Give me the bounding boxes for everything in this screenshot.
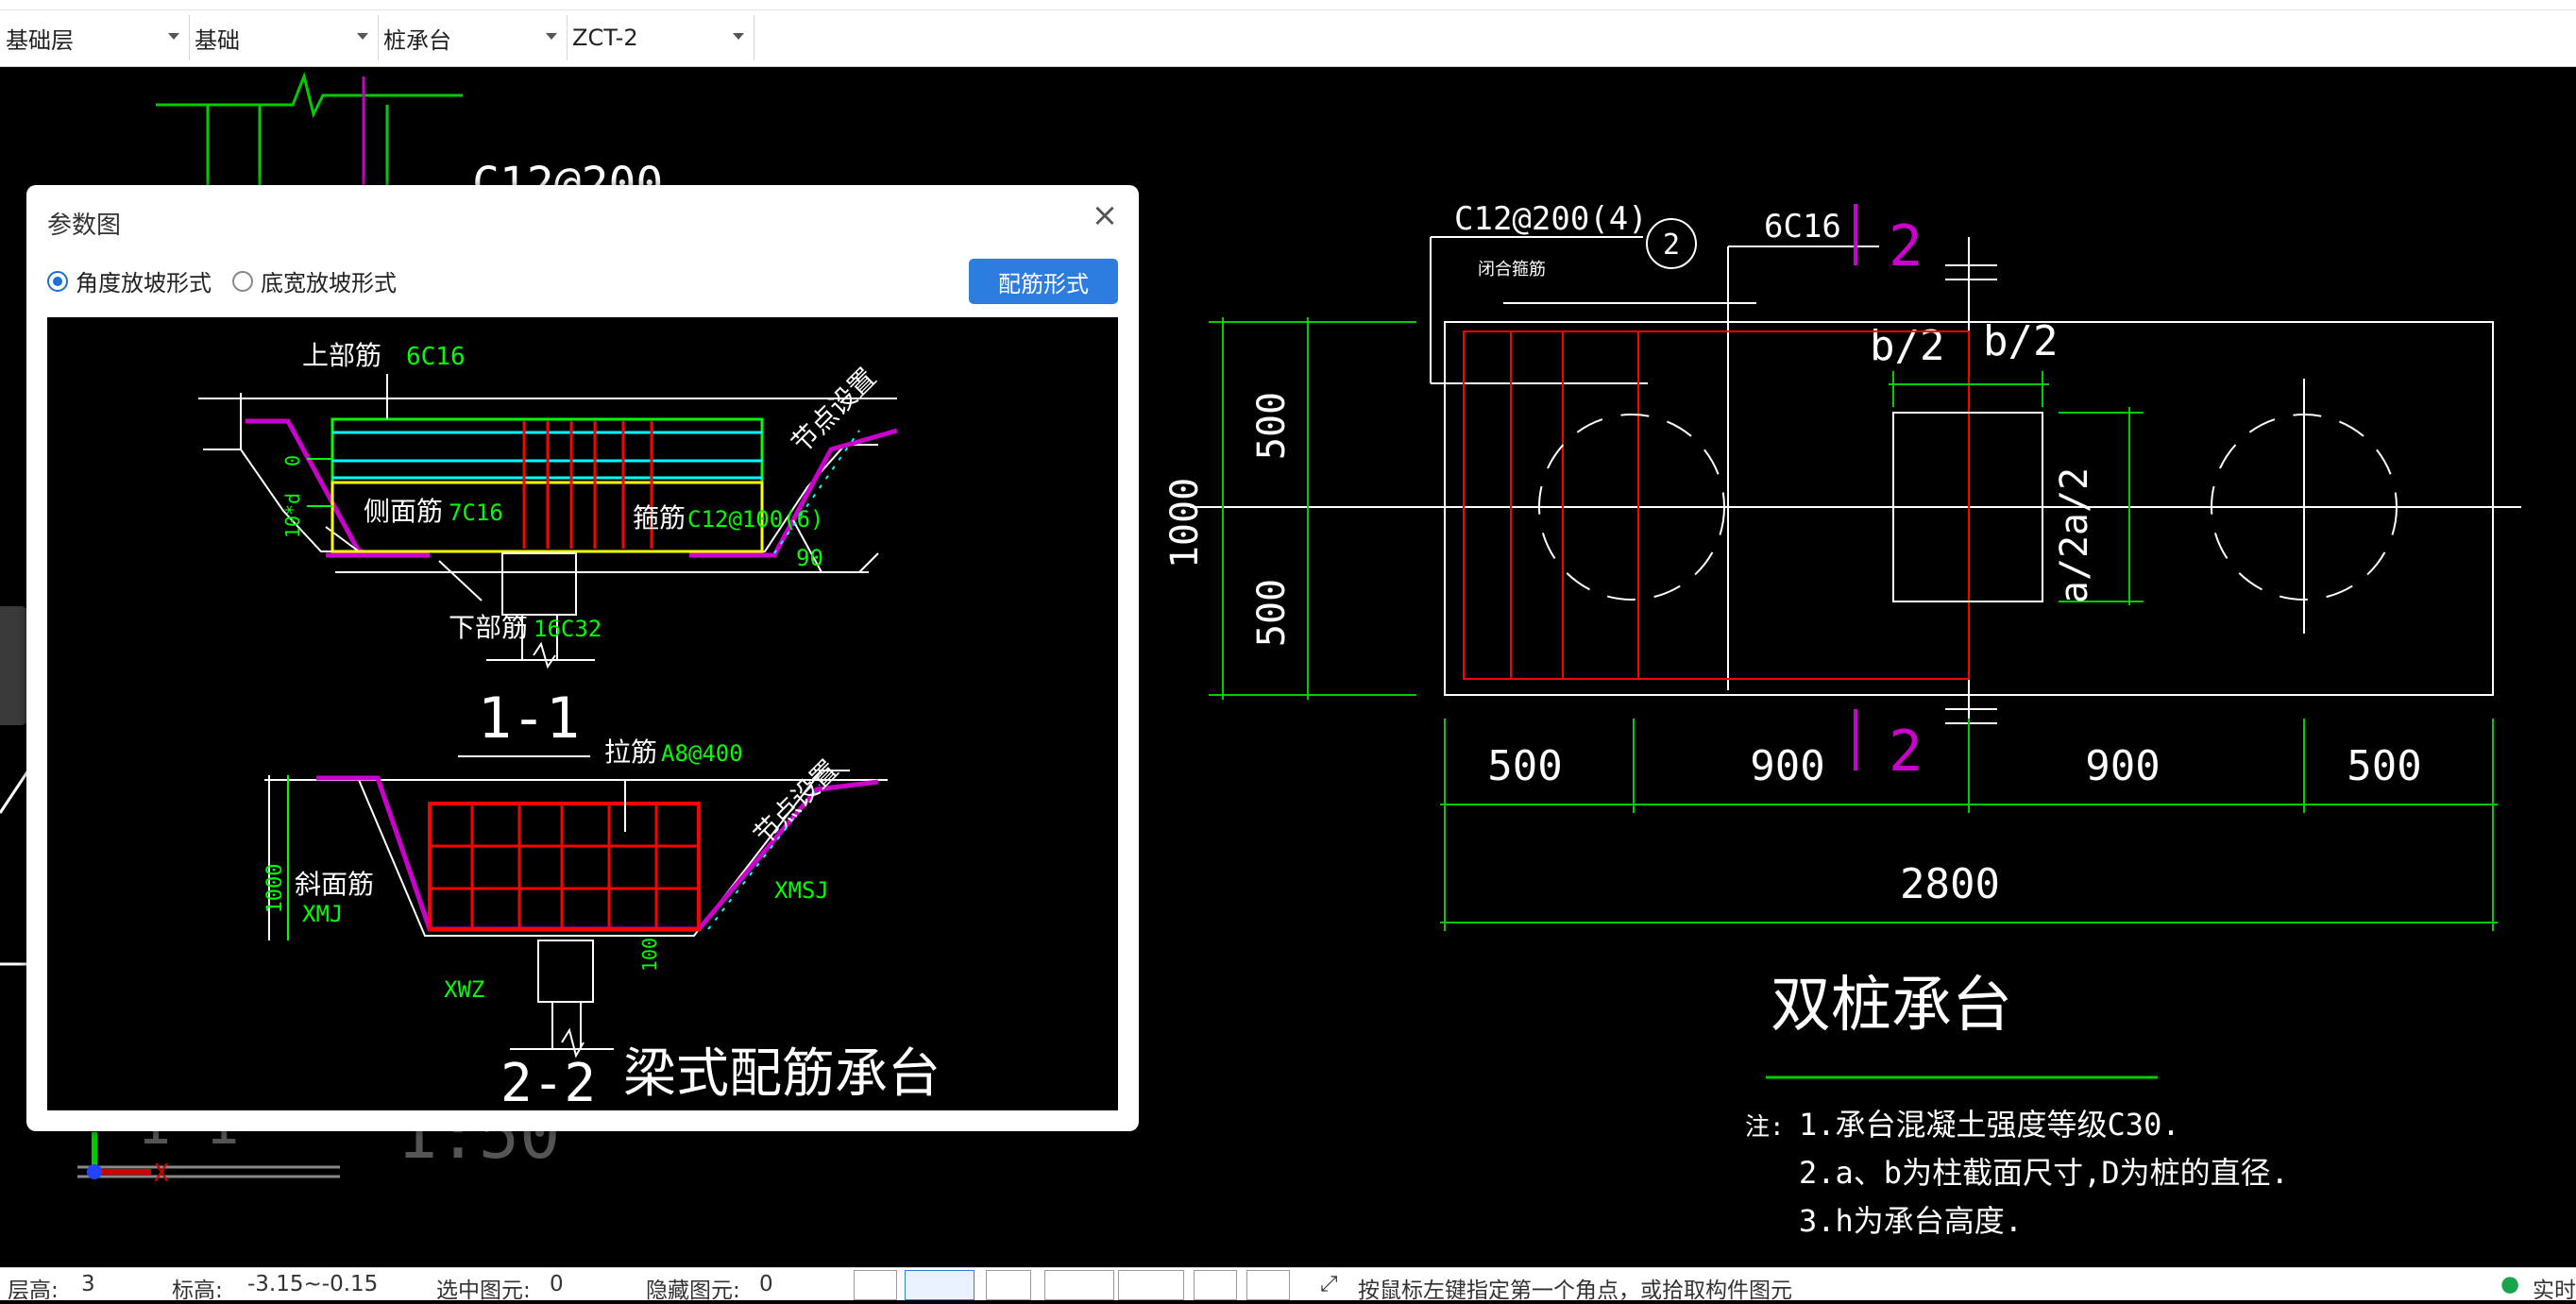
angle-tool-icon[interactable] [1044,1270,1114,1300]
label-caption: 梁式配筋承台 [623,1043,941,1105]
label-section-2-bottom: 2 [1889,719,1923,785]
offset-tool-icon[interactable] [1118,1270,1184,1300]
floor-dropdown-value: 基础层 [6,26,74,54]
parameter-dialog: 参数图 × 角度放坡形式 底宽放坡形式 配筋形式 上部筋 6C16 节点设置 0… [26,185,1139,1131]
label-xwz: XWZ [444,976,484,1003]
trim-tool-icon[interactable] [1246,1270,1290,1300]
chevron-down-icon [357,33,368,40]
note-3: 3.h为承台高度. [1799,1203,2023,1239]
label-upper-rebar: 上部筋 [302,340,381,371]
chevron-down-icon [546,33,557,40]
label-v1000: 1000 [1163,478,1207,568]
label-section-1-1: 1-1 [478,686,580,752]
label-circle-2: 2 [1663,229,1680,262]
dim-zero: 0 [281,455,304,466]
label-bottom-rebar: 下部筋 [449,612,528,643]
save-view-icon[interactable] [1194,1270,1237,1300]
radio-bottom-label: 底宽放坡形式 [261,270,397,296]
selected-count: 0 [550,1272,564,1296]
label-b2-right: b/2 [1983,317,2058,365]
label-d900-left: 900 [1750,742,1824,790]
rect-select-icon[interactable] [905,1270,974,1300]
side-expand-tab[interactable] [0,606,28,725]
label-d500-right: 500 [2347,742,2421,790]
note-1: 1.承台混凝土强度等级C30. [1799,1107,2180,1143]
label-tiny-note: 闭合箍筋 [1478,260,1546,279]
value-tie-rebar: A8@400 [661,740,743,767]
label-a2-bottom: a/2 [2053,535,2096,603]
radio-selected-icon [47,270,68,292]
floor-dropdown[interactable]: 基础层 [0,15,190,60]
label-angle-90: 90 [796,545,823,571]
toolbar: 基础层 基础 桩承台 ZCT-2 [0,0,2576,67]
hidden-count: 0 [759,1272,773,1296]
floor-height-value: 3 [81,1272,95,1296]
label-tie-rebar: 拉筋 [604,737,657,768]
value-bottom-rebar: 16C32 [534,616,602,642]
chevron-down-icon [168,33,179,40]
svg-text:X: X [154,1160,169,1188]
label-c12-200: C12@200(4) [1454,200,1648,238]
label-d2800: 2800 [1900,860,2000,908]
label-6c16: 6C16 [1764,208,1841,246]
label-slope-rebar: 斜面筋 [295,869,374,900]
label-stirrup: 箍筋 [633,502,686,533]
label-section-2-top: 2 [1889,213,1923,279]
rebar-form-button[interactable]: 配筋形式 [969,259,1118,304]
elevation-value: -3.15~-0.15 [247,1272,379,1296]
note-label: 注: [1745,1113,1785,1142]
main-drawing: C12@200(4) 2 闭合箍筋 6C16 2 b/2 b/2 a/2 a/2… [1163,200,2521,1239]
label-v500-top: 500 [1250,392,1294,460]
label-section-2-2: 2-2 [500,1053,596,1110]
note-2: 2.a、b为柱截面尺寸,D为桩的直径. [1799,1155,2289,1191]
parameter-drawing: 上部筋 6C16 节点设置 0 10*d 侧面筋 7C16 箍筋 C12@100… [47,317,1118,1110]
value-side-rebar: 7C16 [449,500,503,526]
label-node-setting-2: 节点设置 [748,754,845,851]
value-stirrup: C12@100(6) [687,506,824,533]
label-d900-right: 900 [2085,742,2160,790]
close-icon[interactable]: × [1088,198,1122,232]
value-upper-rebar: 6C16 [406,343,466,371]
category-dropdown-value: 基础 [195,26,240,54]
top-strip [0,0,2576,10]
orthogonal-icon[interactable] [854,1270,897,1300]
radio-angle-label: 角度放坡形式 [76,270,212,296]
pick-point-icon: ⤢ [1320,1272,1338,1296]
label-side-rebar: 侧面筋 [364,496,443,527]
label-xmsj: XMSJ [774,877,829,904]
label-b2-left: b/2 [1870,322,1944,370]
label-a2-top: a/2 [2053,467,2096,535]
type-dropdown[interactable]: 桩承台 [378,15,568,60]
chevron-down-icon [733,33,744,40]
component-dropdown[interactable]: ZCT-2 [567,15,754,60]
check-icon: ● [2500,1272,2520,1296]
label-d500-left: 500 [1487,742,1562,790]
radio-angle-slope[interactable]: 角度放坡形式 [47,264,212,297]
cross-select-icon[interactable] [986,1270,1031,1300]
label-v500-bottom: 500 [1250,579,1294,647]
radio-bottom-width[interactable]: 底宽放坡形式 [232,264,397,297]
label-xmj: XMJ [302,901,343,927]
dialog-title: 参数图 [47,212,122,240]
component-dropdown-value: ZCT-2 [572,25,638,51]
dim-100: 100 [638,938,661,972]
status-bar: 层高: 3 标高: -3.15~-0.15 选中图元: 0 隐藏图元: 0 ⤢ … [0,1267,2576,1303]
category-dropdown[interactable]: 基础 [189,15,379,60]
drawing-title: 双桩承台 [1771,971,2012,1041]
radio-unselected-icon [232,270,253,292]
dim-1000: 1000 [263,864,287,914]
type-dropdown-value: 桩承台 [383,26,451,54]
dim-10d: 10*d [281,493,304,538]
